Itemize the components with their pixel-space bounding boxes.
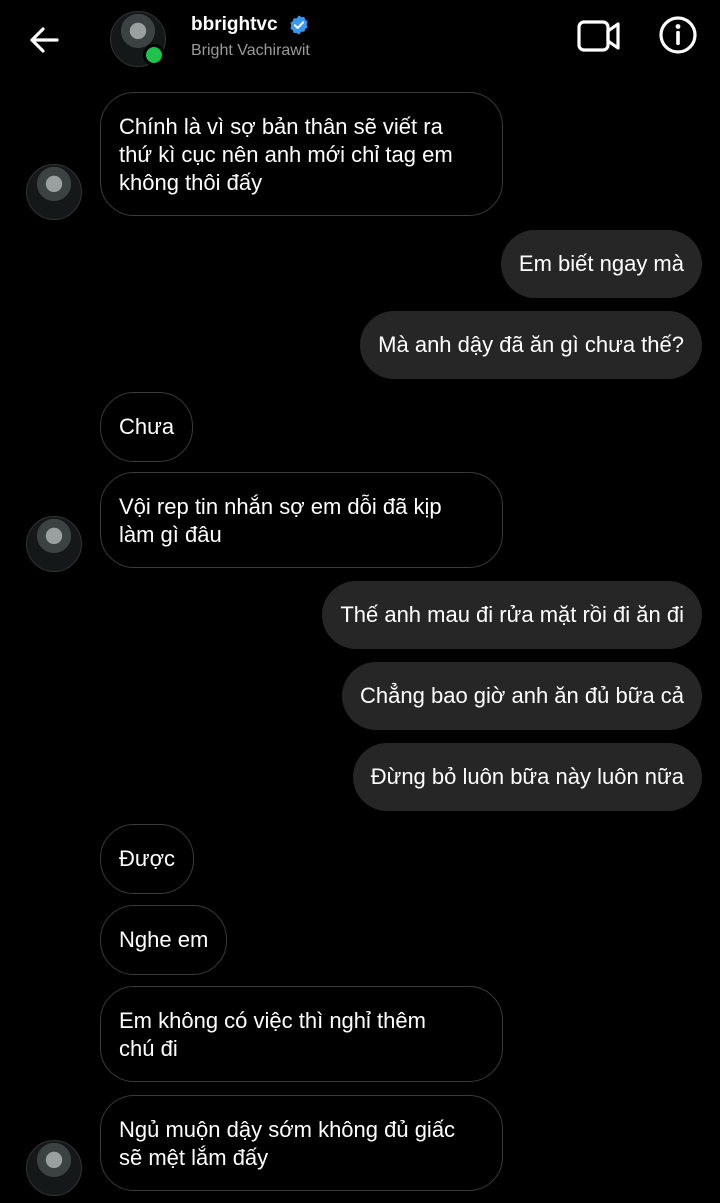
- message-bubble-sent[interactable]: Mà anh dậy đã ăn gì chưa thế?: [360, 311, 702, 379]
- username[interactable]: bbrightvc: [191, 14, 278, 36]
- sender-avatar[interactable]: [26, 164, 82, 220]
- full-name: Bright Vachirawit: [191, 42, 310, 59]
- sender-avatar[interactable]: [26, 516, 82, 572]
- message-bubble-received[interactable]: Chính là vì sợ bản thân sẽ viết ra thứ k…: [100, 92, 503, 216]
- profile-avatar[interactable]: [110, 11, 166, 67]
- message-bubble-received[interactable]: Nghe em: [100, 905, 228, 975]
- chat-header: bbrightvc Bright Vachirawit: [0, 0, 720, 80]
- message-bubble-received[interactable]: Em không có việc thì nghỉ thêm chú đi: [100, 986, 503, 1082]
- message-bubble-received[interactable]: Chưa: [100, 392, 194, 462]
- info-icon[interactable]: [658, 15, 698, 55]
- message-bubble-received[interactable]: Được: [100, 824, 195, 894]
- message-bubble-sent[interactable]: Thế anh mau đi rửa mặt rồi đi ăn đi: [322, 581, 702, 649]
- online-status-dot: [143, 44, 165, 66]
- sender-avatar[interactable]: [26, 1140, 82, 1196]
- video-camera-icon[interactable]: [576, 18, 622, 54]
- message-bubble-received[interactable]: Ngủ muộn dậy sớm không đủ giấc sẽ mệt lắ…: [100, 1095, 503, 1191]
- message-bubble-sent[interactable]: Em biết ngay mà: [500, 230, 702, 298]
- message-bubble-sent[interactable]: Đừng bỏ luôn bữa này luôn nữa: [352, 743, 702, 811]
- message-bubble-sent[interactable]: Chẳng bao giờ anh ăn đủ bữa cả: [342, 662, 702, 730]
- message-bubble-received[interactable]: Vội rep tin nhắn sợ em dỗi đã kịp làm gì…: [100, 472, 503, 568]
- back-arrow-icon[interactable]: [26, 22, 62, 58]
- verified-badge-icon: [290, 15, 308, 35]
